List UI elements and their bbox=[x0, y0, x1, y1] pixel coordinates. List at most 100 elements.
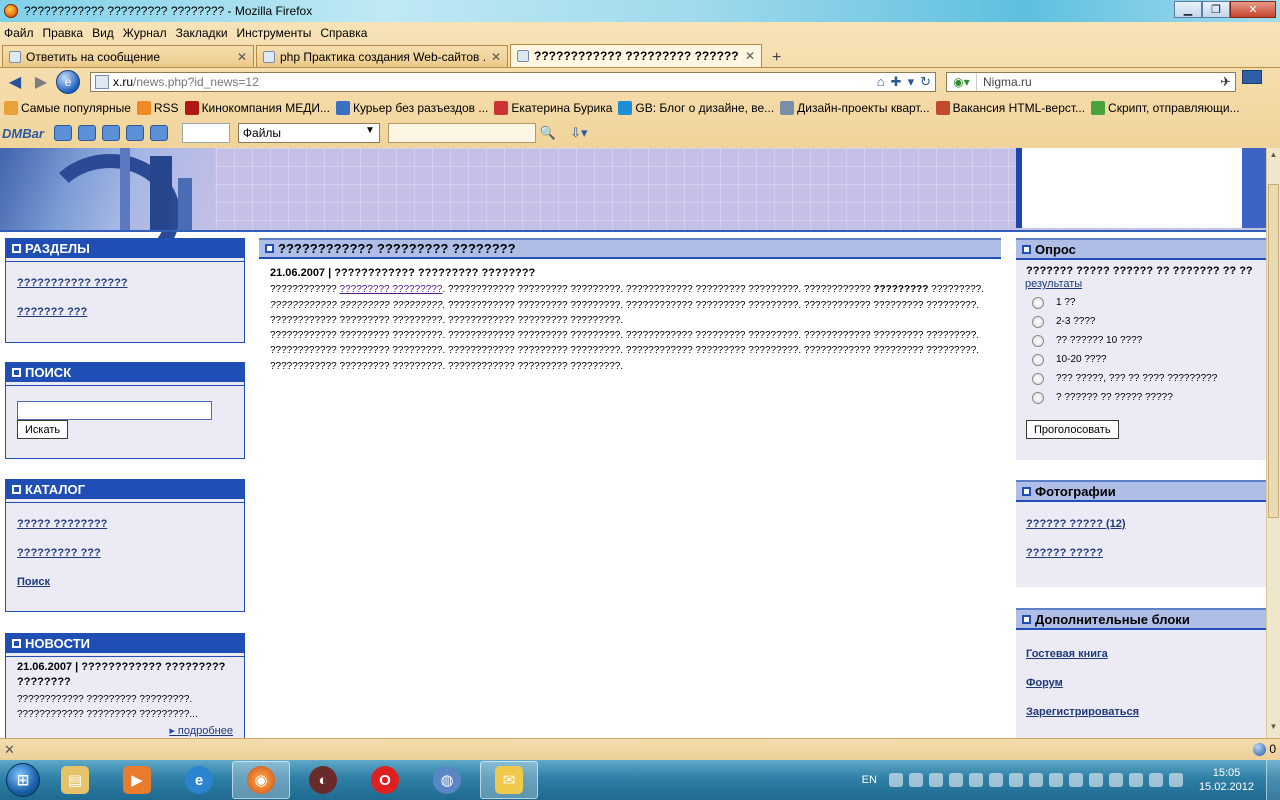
taskbar-network[interactable]: ◍ bbox=[418, 761, 476, 799]
bookmark-item[interactable]: Самые популярные bbox=[4, 101, 131, 115]
back-arrow-icon[interactable]: ◀ bbox=[4, 71, 26, 93]
tab-reply[interactable]: Ответить на сообщение ✕ bbox=[2, 45, 254, 67]
tray-icon[interactable] bbox=[1068, 773, 1083, 787]
site-search-input[interactable] bbox=[17, 401, 212, 420]
poll-option[interactable]: ?? ?????? 10 ???? bbox=[1026, 331, 1256, 350]
search-engine-icon[interactable]: ◉▾ bbox=[947, 73, 977, 91]
language-indicator[interactable]: EN bbox=[862, 774, 877, 786]
catalog-link[interactable]: ????? ???????? bbox=[17, 518, 233, 530]
catalog-search-link[interactable]: Поиск bbox=[17, 576, 233, 588]
add-bookmark-icon[interactable]: ✚ bbox=[891, 74, 902, 90]
bookmark-item[interactable]: Курьер без разъездов ... bbox=[335, 101, 488, 115]
signal-icon[interactable] bbox=[1148, 773, 1163, 787]
tray-icon[interactable] bbox=[1008, 773, 1023, 787]
register-link[interactable]: Зарегистрироваться bbox=[1026, 706, 1256, 718]
taskbar-ie[interactable]: e bbox=[170, 761, 228, 799]
tray-icon[interactable] bbox=[988, 773, 1003, 787]
close-statusbar-icon[interactable]: ✕ bbox=[4, 742, 15, 758]
dmbar-tool-icon[interactable] bbox=[53, 125, 72, 141]
site-search-button[interactable]: Искать bbox=[17, 420, 69, 439]
taskbar-mail[interactable]: ✉ bbox=[480, 761, 538, 799]
page-scrollbar[interactable]: ▲ ▼ bbox=[1266, 148, 1280, 738]
forum-link[interactable]: Форум bbox=[1026, 677, 1256, 689]
reload-icon[interactable]: e bbox=[56, 70, 80, 94]
tab-list-icon[interactable] bbox=[1242, 70, 1262, 84]
poll-results-link[interactable]: результаты bbox=[1025, 278, 1256, 290]
dmbar-slot[interactable] bbox=[181, 123, 230, 143]
scroll-down-arrow-icon[interactable]: ▼ bbox=[1267, 722, 1280, 736]
tray-icon[interactable] bbox=[908, 773, 923, 787]
menu-bookmarks[interactable]: Закладки bbox=[176, 26, 228, 40]
catalog-link[interactable]: ????????? ??? bbox=[17, 547, 233, 559]
dropdown-arrow-icon[interactable]: ▾ bbox=[908, 74, 915, 90]
close-tab-icon[interactable]: ✕ bbox=[237, 50, 247, 64]
tray-icon[interactable] bbox=[928, 773, 943, 787]
new-tab-button[interactable]: + bbox=[772, 49, 781, 67]
taskbar-explorer[interactable]: ▤ bbox=[46, 761, 104, 799]
poll-option[interactable]: 2-3 ???? bbox=[1026, 312, 1256, 331]
dmbar-tool-icon[interactable] bbox=[101, 125, 120, 141]
menu-history[interactable]: Журнал bbox=[123, 26, 167, 40]
minimize-button[interactable]: ▁ bbox=[1174, 1, 1202, 18]
taskbar-media-player[interactable]: ▶ bbox=[108, 761, 166, 799]
menu-edit[interactable]: Правка bbox=[43, 26, 84, 40]
dmbar-search-input[interactable] bbox=[387, 123, 536, 143]
menu-tools[interactable]: Инструменты bbox=[237, 26, 312, 40]
bookmark-item[interactable]: RSS bbox=[136, 101, 179, 115]
taskbar-firefox[interactable]: ◉ bbox=[232, 761, 290, 799]
menu-help[interactable]: Справка bbox=[320, 26, 367, 40]
poll-option[interactable]: ??? ?????, ??? ?? ???? ????????? bbox=[1026, 369, 1256, 388]
home-icon[interactable]: ⌂ bbox=[877, 74, 885, 90]
scrollbar-thumb[interactable] bbox=[1268, 184, 1279, 518]
radio-button[interactable] bbox=[1032, 353, 1044, 366]
dmbar-tool-icon[interactable] bbox=[149, 125, 168, 141]
tray-icon[interactable] bbox=[1028, 773, 1043, 787]
tray-icon[interactable] bbox=[888, 773, 903, 787]
taskbar-opera[interactable]: O bbox=[356, 761, 414, 799]
search-bar[interactable]: ◉▾ Nigma.ru ✈ bbox=[946, 72, 1236, 92]
download-arrow-icon[interactable]: ⇩▾ bbox=[570, 125, 587, 141]
menu-file[interactable]: Файл bbox=[4, 26, 34, 40]
radio-button[interactable] bbox=[1032, 296, 1044, 309]
tray-icon[interactable] bbox=[948, 773, 963, 787]
radio-button[interactable] bbox=[1032, 315, 1044, 328]
files-dropdown[interactable]: Файлы ▼ bbox=[237, 123, 380, 143]
bookmark-item[interactable]: GB: Блог о дизайне, ве... bbox=[618, 101, 774, 115]
bookmark-item[interactable]: Скрипт, отправляющи... bbox=[1091, 101, 1240, 115]
flag-icon[interactable] bbox=[1108, 773, 1123, 787]
show-desktop-button[interactable] bbox=[1266, 760, 1280, 800]
search-input[interactable]: Nigma.ru bbox=[977, 75, 1032, 89]
news-more-link[interactable]: подробнее bbox=[17, 724, 233, 737]
bookmark-item[interactable]: Вакансия HTML-верст... bbox=[935, 101, 1085, 115]
maximize-button[interactable]: ❐ bbox=[1202, 1, 1230, 18]
tab-php[interactable]: php Практика создания Web-сайтов ... ✕ bbox=[256, 45, 508, 67]
scroll-up-arrow-icon[interactable]: ▲ bbox=[1267, 150, 1280, 164]
article-link[interactable]: ????????? ????????? bbox=[340, 284, 443, 295]
dmbar-tool-icon[interactable] bbox=[125, 125, 144, 141]
poll-option[interactable]: ? ?????? ?? ????? ????? bbox=[1026, 388, 1256, 407]
magnifier-icon[interactable]: 🔍 bbox=[540, 125, 556, 141]
start-button[interactable]: ⊞ bbox=[0, 760, 46, 800]
close-tab-icon[interactable]: ✕ bbox=[745, 49, 755, 63]
section-link[interactable]: ??????????? ????? bbox=[17, 277, 233, 289]
refresh-icon[interactable]: ↻ bbox=[920, 74, 931, 90]
taskbar-app[interactable]: ◐ bbox=[294, 761, 352, 799]
dmbar-add-icon[interactable] bbox=[77, 125, 96, 141]
close-window-button[interactable]: ✕ bbox=[1230, 1, 1276, 18]
tray-icon[interactable] bbox=[1128, 773, 1143, 787]
vote-button[interactable]: Проголосовать bbox=[1026, 420, 1119, 439]
section-link[interactable]: ??????? ??? bbox=[17, 306, 233, 318]
radio-button[interactable] bbox=[1032, 334, 1044, 347]
bookmark-item[interactable]: Екатерина Бурика bbox=[494, 101, 612, 115]
poll-option[interactable]: 1 ?? bbox=[1026, 293, 1256, 312]
volume-icon[interactable] bbox=[1168, 773, 1183, 787]
tray-icon[interactable] bbox=[1048, 773, 1063, 787]
forward-arrow-icon[interactable]: ▶ bbox=[30, 71, 52, 93]
photo-album-link[interactable]: ?????? ????? (12) bbox=[1026, 518, 1256, 530]
tab-current[interactable]: ???????????? ????????? ???????? ✕ bbox=[510, 44, 762, 67]
poll-option[interactable]: 10-20 ???? bbox=[1026, 350, 1256, 369]
bookmark-item[interactable]: Кинокомпания МЕДИ... bbox=[184, 101, 330, 115]
close-tab-icon[interactable]: ✕ bbox=[491, 50, 501, 64]
tray-icon[interactable] bbox=[968, 773, 983, 787]
menu-view[interactable]: Вид bbox=[92, 26, 114, 40]
